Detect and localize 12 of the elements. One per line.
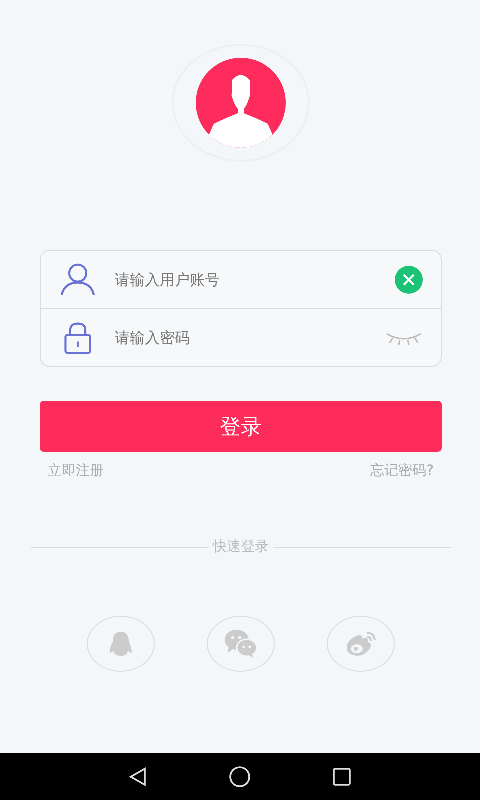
quick-login-title: 快速登录 [213, 538, 269, 556]
chat-login-button[interactable] [207, 616, 275, 672]
penguin-login-button[interactable] [87, 616, 155, 672]
password-field[interactable]: 请输入密码 [113, 328, 369, 348]
home-icon[interactable] [228, 764, 252, 788]
register-link[interactable]: 立即注册 [48, 462, 104, 480]
chat-bubbles-icon [223, 629, 259, 659]
account-field[interactable]: 请输入用户账号 [113, 270, 379, 290]
forgot-password-link[interactable]: 忘记密码? [370, 462, 434, 480]
clear-icon[interactable] [395, 266, 423, 294]
login-button[interactable]: 登录 [40, 401, 442, 452]
user-icon [59, 262, 97, 296]
